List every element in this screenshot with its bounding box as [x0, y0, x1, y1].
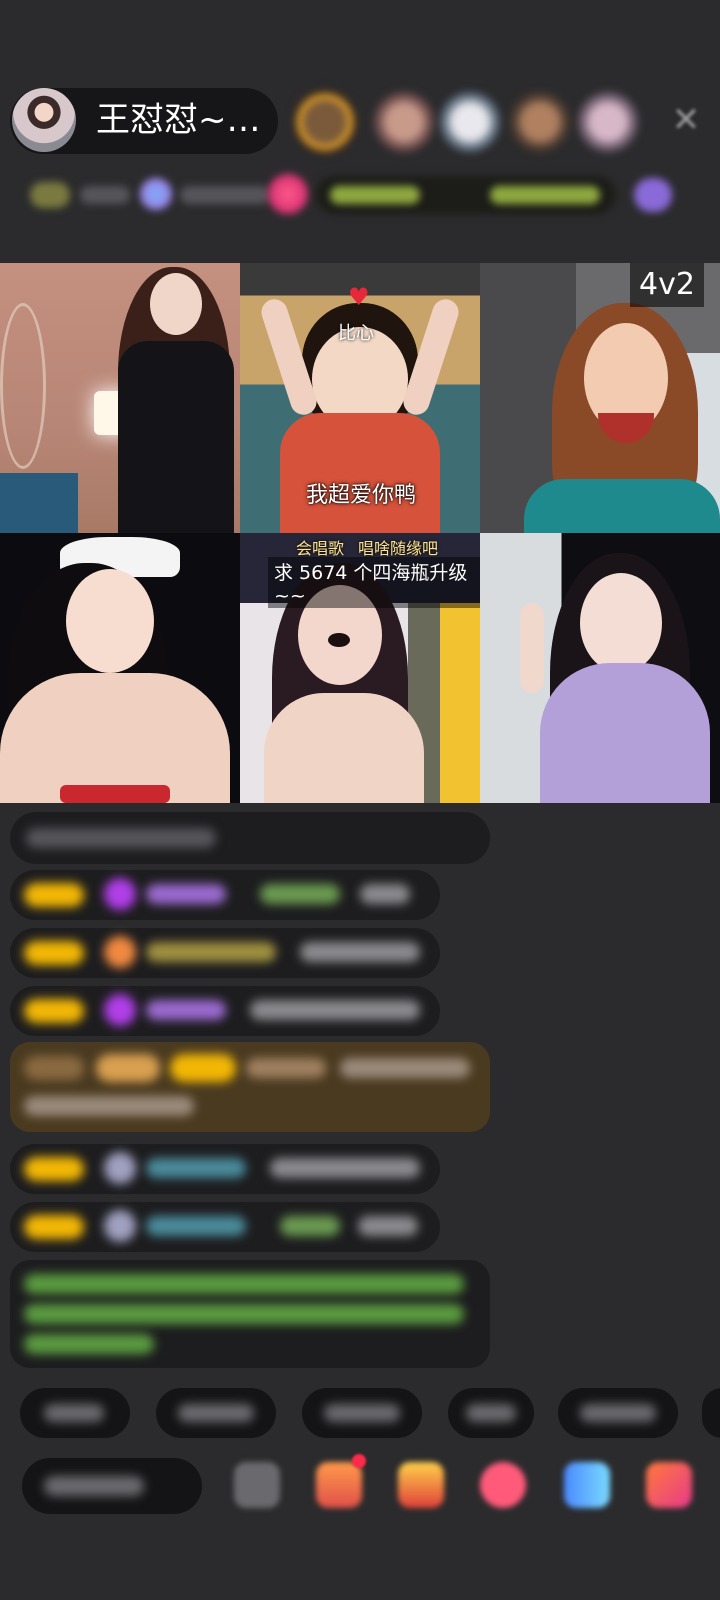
banner-left: 会唱歌 — [296, 539, 345, 558]
chat-text — [300, 942, 420, 962]
activity-banner-text-2 — [490, 186, 600, 204]
close-icon[interactable]: ✕ — [666, 100, 706, 140]
top-viewer-avatar-2[interactable] — [374, 92, 434, 152]
heart-icon[interactable] — [268, 174, 308, 214]
chat-announcement — [10, 1260, 490, 1368]
video-tile-1[interactable] — [0, 263, 240, 533]
quick-reply-chip-2[interactable] — [156, 1388, 276, 1438]
quick-reply-chip-4[interactable] — [448, 1388, 534, 1438]
live-stats-row[interactable] — [20, 172, 700, 220]
vip-badge — [24, 1056, 84, 1080]
chat-text — [270, 1158, 420, 1178]
user-avatar-icon — [104, 1152, 136, 1184]
chat-username[interactable] — [146, 1158, 246, 1178]
user-avatar-icon — [104, 1210, 136, 1242]
chat-username[interactable] — [146, 942, 276, 962]
chat-username[interactable] — [146, 1216, 246, 1236]
top-viewer-avatar-4[interactable] — [510, 92, 570, 152]
quick-reply-chip-1[interactable] — [20, 1388, 130, 1438]
chat-text — [358, 1216, 418, 1236]
vip-badge-2 — [96, 1054, 160, 1082]
video-tile-4[interactable] — [0, 533, 240, 803]
quick-reply-chip-5[interactable] — [558, 1388, 678, 1438]
more-gifts-icon[interactable] — [646, 1462, 692, 1508]
quick-reply-chip-6[interactable] — [702, 1388, 720, 1438]
comment-input[interactable] — [22, 1458, 202, 1514]
multi-guest-video-grid: ♥ 比心 我超爱你鸭 会唱歌 唱啥随缘吧 求 5674 个四海瓶升级~~ — [0, 263, 720, 803]
diamond-icon — [104, 994, 136, 1026]
chat-message-3[interactable] — [10, 986, 440, 1036]
chat-system-notice — [10, 812, 490, 864]
level-badge — [24, 883, 84, 907]
chat-text — [340, 1058, 470, 1078]
chat-text — [250, 1000, 420, 1020]
activity-banner-text — [330, 186, 420, 204]
chat-text — [24, 1096, 194, 1116]
quick-reply-chip-3[interactable] — [302, 1388, 422, 1438]
chat-message-1[interactable] — [10, 870, 440, 920]
level-badge — [24, 941, 84, 965]
rank-badge[interactable] — [30, 182, 70, 208]
tile-sticker-label: 比心 — [338, 323, 374, 344]
level-badge — [24, 1215, 84, 1239]
top-viewer-avatar-1[interactable] — [292, 89, 358, 155]
gift-count — [180, 186, 270, 204]
video-tile-6[interactable] — [480, 533, 720, 803]
host-name[interactable]: 王怼怼~… — [96, 100, 261, 140]
heart-sticker-icon: ♥ — [348, 283, 370, 311]
host-avatar[interactable] — [12, 88, 76, 152]
chat-username[interactable] — [146, 884, 226, 904]
level-badge — [170, 1054, 236, 1082]
gift-box-icon[interactable] — [634, 178, 672, 212]
treasure-box-icon[interactable] — [398, 1462, 444, 1508]
chat-text — [260, 884, 340, 904]
top-viewer-avatar-5[interactable] — [578, 92, 638, 152]
video-tile-5[interactable]: 会唱歌 唱啥随缘吧 求 5674 个四海瓶升级~~ — [240, 533, 480, 803]
fan-badge-icon — [104, 936, 136, 968]
notification-dot — [352, 1454, 366, 1468]
popularity-count — [80, 186, 130, 204]
game-controller-icon[interactable] — [564, 1462, 610, 1508]
tile-caption: 我超爱你鸭 — [306, 483, 417, 508]
chat-username[interactable] — [246, 1058, 326, 1078]
gift-icon[interactable] — [140, 178, 172, 210]
chat-message-2[interactable] — [10, 928, 440, 978]
chat-text — [360, 884, 410, 904]
upgrade-request-banner: 求 5674 个四海瓶升级~~ — [268, 557, 480, 608]
chat-username[interactable] — [146, 1000, 226, 1020]
chat-message-vip[interactable] — [10, 1042, 490, 1132]
banner-right: 唱啥随缘吧 — [358, 539, 439, 558]
gift-shop-icon[interactable] — [316, 1462, 362, 1508]
top-viewer-avatar-3[interactable] — [440, 92, 500, 152]
emoji-icon[interactable] — [234, 1462, 280, 1508]
chat-message-4[interactable] — [10, 1144, 440, 1194]
level-badge — [24, 999, 84, 1023]
pk-mode-tag: 4v2 — [630, 263, 704, 307]
red-packet-icon[interactable] — [480, 1462, 526, 1508]
level-badge — [24, 1157, 84, 1181]
diamond-icon — [104, 878, 136, 910]
video-tile-2[interactable]: ♥ 比心 我超爱你鸭 — [240, 263, 480, 533]
chat-message-5[interactable] — [10, 1202, 440, 1252]
chat-text — [280, 1216, 340, 1236]
